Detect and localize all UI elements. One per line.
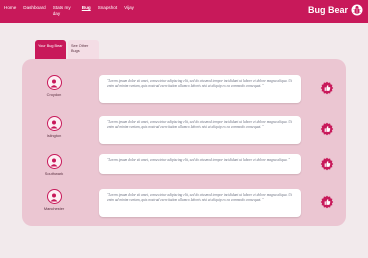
- person-name: Southwark: [44, 171, 64, 176]
- user-avatar-icon: [46, 189, 62, 204]
- tab-your-bug-bear[interactable]: Your Bug Bear: [35, 40, 66, 61]
- person-name: Croydon: [46, 92, 62, 97]
- person: Southwark: [39, 154, 69, 176]
- quote-card: "Lorem ipsum dolor sit amet, consectetur…: [99, 116, 301, 144]
- top-navigation-bar: Home Dashboard Stats my day Bug Snapshot…: [0, 0, 368, 23]
- person: Manchester: [39, 189, 69, 211]
- person-name: Islington: [46, 133, 62, 138]
- nav-dashboard[interactable]: Dashboard: [23, 5, 45, 16]
- list-item: Islington "Lorem ipsum dolor sit amet, c…: [22, 116, 346, 148]
- nav-user[interactable]: Vijay: [124, 5, 134, 16]
- bug-list-panel: Croydon "Lorem ipsum dolor sit amet, con…: [22, 59, 346, 226]
- person: Croydon: [39, 75, 69, 97]
- person-name: Manchester: [43, 206, 65, 211]
- quote-text: "Lorem ipsum dolor sit amet, consectetur…: [107, 120, 292, 129]
- nav-snapshot[interactable]: Snapshot: [98, 5, 117, 16]
- bug-tabs: Your Bug Bear See Other Bugs: [35, 40, 99, 61]
- bug-icon: [351, 4, 363, 16]
- user-avatar-icon: [46, 154, 62, 169]
- quote-card: "Lorem ipsum dolor sit amet, consectetur…: [99, 75, 301, 103]
- quote-card: "Lorem ipsum dolor sit amet, consectetur…: [99, 189, 301, 217]
- nav-stats-my-day[interactable]: Stats my day: [53, 5, 75, 16]
- quote-card: "Lorem ipsum dolor sit amet, consectetur…: [99, 154, 301, 174]
- main-nav: Home Dashboard Stats my day Bug Snapshot…: [4, 5, 134, 16]
- thumbs-up-icon[interactable]: [320, 81, 334, 95]
- brand-title: Bug Bear: [307, 5, 348, 15]
- user-avatar-icon: [46, 116, 62, 131]
- quote-text: "Lorem ipsum dolor sit amet, consectetur…: [107, 158, 290, 162]
- list-item: Croydon "Lorem ipsum dolor sit amet, con…: [22, 75, 346, 107]
- nav-home[interactable]: Home: [4, 5, 16, 16]
- quote-text: "Lorem ipsum dolor sit amet, consectetur…: [107, 193, 292, 202]
- tab-see-other-bugs[interactable]: See Other Bugs: [68, 40, 99, 61]
- thumbs-up-icon[interactable]: [320, 157, 334, 171]
- person: Islington: [39, 116, 69, 138]
- thumbs-up-icon[interactable]: [320, 122, 334, 136]
- list-item: Manchester "Lorem ipsum dolor sit amet, …: [22, 189, 346, 221]
- thumbs-up-icon[interactable]: [320, 195, 334, 209]
- brand[interactable]: Bug Bear: [308, 4, 363, 16]
- nav-bug[interactable]: Bug: [82, 5, 91, 16]
- list-item: Southwark "Lorem ipsum dolor sit amet, c…: [22, 154, 346, 186]
- user-avatar-icon: [46, 75, 62, 90]
- quote-text: "Lorem ipsum dolor sit amet, consectetur…: [107, 79, 292, 88]
